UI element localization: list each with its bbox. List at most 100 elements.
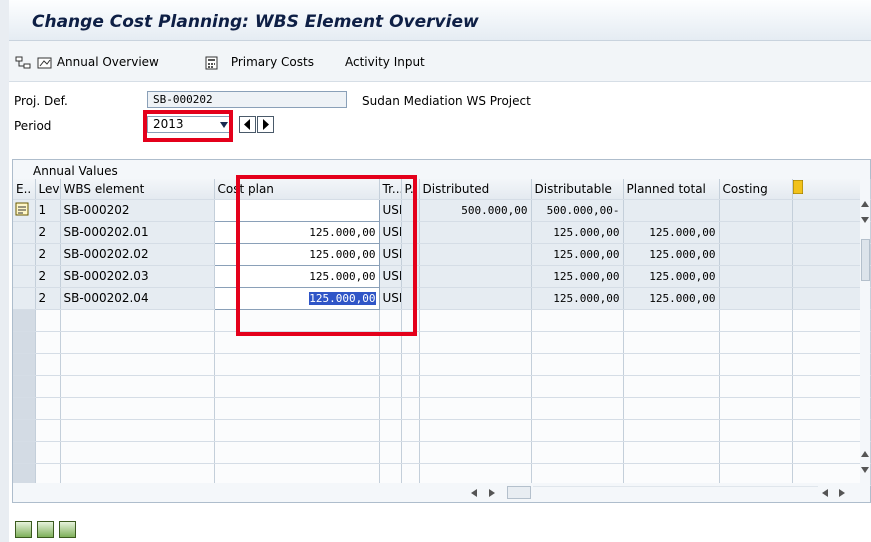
hierarchy-button[interactable] <box>15 54 31 70</box>
cell-wbs: SB-000202.03 <box>60 265 215 288</box>
cell-cost-plan[interactable]: 125.000,00 <box>213 220 380 244</box>
previous-period-button[interactable] <box>239 116 256 133</box>
cell-wbs: SB-000202.02 <box>60 243 215 266</box>
row-selector[interactable] <box>13 331 36 354</box>
col-header-level[interactable]: Lev <box>35 179 61 200</box>
scroll-track[interactable] <box>533 486 818 498</box>
col-header-exception[interactable]: E.. <box>13 179 36 200</box>
proj-def-description: Sudan Mediation WS Project <box>362 94 531 108</box>
next-period-button[interactable] <box>257 116 274 133</box>
cell-distributable: 500.000,00- <box>531 199 624 222</box>
hierarchy-icon <box>15 56 31 68</box>
cell-extra <box>792 243 871 266</box>
row-selector[interactable] <box>13 287 36 310</box>
horizontal-scrollbar[interactable] <box>13 483 870 502</box>
col-header-settings[interactable] <box>792 179 871 200</box>
row-selector[interactable] <box>13 397 36 420</box>
cell-cost-plan[interactable]: 125.000,00 <box>213 242 380 266</box>
scroll-right-icon <box>839 489 845 497</box>
cell-level: 2 <box>35 243 61 266</box>
empty-row <box>13 397 871 420</box>
cell-wbs: SB-000202 <box>60 199 215 222</box>
arrow-left-icon <box>244 119 250 130</box>
row-selector[interactable] <box>13 309 36 332</box>
proj-def-label: Proj. Def. <box>14 94 68 108</box>
cell-planned-total: 125.000,00 <box>623 221 720 244</box>
title-bar: Change Cost Planning: WBS Element Overvi… <box>9 0 871 41</box>
cell-p <box>401 243 420 266</box>
calculator-icon <box>205 56 218 69</box>
col-header-wbs[interactable]: WBS element <box>60 179 215 200</box>
document-icon <box>15 202 29 215</box>
empty-row <box>13 441 871 464</box>
row-selector[interactable] <box>13 441 36 464</box>
table-settings-icon <box>792 179 803 195</box>
col-header-transaction-currency[interactable]: Tr... <box>379 179 402 200</box>
scroll-up-icon <box>861 451 869 457</box>
cell-level: 1 <box>35 199 61 222</box>
col-header-costing[interactable]: Costing <box>719 179 793 200</box>
cell-distributed <box>419 287 532 310</box>
wbs-table: E.. Lev WBS element Cost plan Tr... P.. … <box>13 179 871 486</box>
activity-input-button[interactable]: Activity Input <box>345 54 425 70</box>
col-header-cost-plan[interactable]: Cost plan <box>214 179 380 200</box>
row-selector[interactable] <box>13 221 36 244</box>
cell-costing <box>719 287 793 310</box>
table-row[interactable]: 2 SB-000202.02 125.000,00 USD 125.000,00… <box>13 242 871 266</box>
cell-cost-plan[interactable]: 125.000,00 <box>213 286 380 310</box>
cell-costing <box>719 265 793 288</box>
scroll-thumb[interactable] <box>861 239 870 281</box>
col-header-distributed[interactable]: Distributed <box>419 179 532 200</box>
table-header-row: E.. Lev WBS element Cost plan Tr... P.. … <box>13 179 871 200</box>
cell-cost-plan[interactable]: 125.000,00 <box>213 264 380 288</box>
scroll-up-icon <box>861 201 869 207</box>
vertical-scrollbar[interactable] <box>860 179 870 484</box>
select-all-icon[interactable] <box>15 521 32 538</box>
col-header-distributable[interactable]: Distributable <box>531 179 624 200</box>
cell-distributable: 125.000,00 <box>531 221 624 244</box>
table-row[interactable]: 2 SB-000202.01 125.000,00 USD 125.000,00… <box>13 220 871 244</box>
page-title: Change Cost Planning: WBS Element Overvi… <box>32 12 479 32</box>
annual-overview-label: Annual Overview <box>56 55 159 69</box>
empty-row <box>13 463 871 486</box>
cell-extra <box>792 199 871 222</box>
table-row[interactable]: 2 SB-000202.03 125.000,00 USD 125.000,00… <box>13 264 871 288</box>
cell-distributed <box>419 221 532 244</box>
scroll-left-icon <box>471 489 477 497</box>
cell-planned-total <box>623 199 720 222</box>
cell-p <box>401 221 420 244</box>
left-border <box>0 0 9 542</box>
cell-costing <box>719 199 793 222</box>
activity-input-label: Activity Input <box>345 55 425 69</box>
annual-overview-button[interactable]: Annual Overview <box>37 54 159 70</box>
period-value: 2013 <box>153 117 184 131</box>
col-header-planned-total[interactable]: Planned total <box>623 179 720 200</box>
select-block-icon[interactable] <box>36 521 54 538</box>
cell-distributed: 500.000,00 <box>419 199 532 222</box>
cell-distributable: 125.000,00 <box>531 265 624 288</box>
col-header-p[interactable]: P.. <box>401 179 420 200</box>
cell-currency: USD <box>379 265 402 288</box>
row-selector[interactable] <box>13 199 36 222</box>
deselect-all-icon[interactable] <box>58 521 76 538</box>
empty-row <box>13 331 871 354</box>
period-select[interactable]: 2013 <box>147 116 232 133</box>
row-selector[interactable] <box>13 419 36 442</box>
table-row[interactable]: 1 SB-000202 USD 500.000,00 500.000,00- <box>13 198 871 222</box>
cell-distributable: 125.000,00 <box>531 287 624 310</box>
row-selector[interactable] <box>13 265 36 288</box>
primary-costs-button[interactable]: Primary Costs <box>205 54 314 70</box>
proj-def-field[interactable]: SB-000202 <box>147 91 347 108</box>
cell-p <box>401 287 420 310</box>
cell-cost-plan[interactable] <box>213 198 380 222</box>
dropdown-arrow-icon <box>220 122 228 128</box>
row-selector[interactable] <box>13 243 36 266</box>
cell-wbs: SB-000202.04 <box>60 287 215 310</box>
row-selector[interactable] <box>13 463 36 486</box>
row-selector[interactable] <box>13 375 36 398</box>
annual-values-panel: Annual Values E.. Lev WBS element Cost p… <box>12 159 871 503</box>
row-selector[interactable] <box>13 353 36 376</box>
scroll-thumb[interactable] <box>507 486 531 499</box>
table-row[interactable]: 2 SB-000202.04 125.000,00 USD 125.000,00… <box>13 286 871 310</box>
footer-toolbar <box>15 521 77 541</box>
